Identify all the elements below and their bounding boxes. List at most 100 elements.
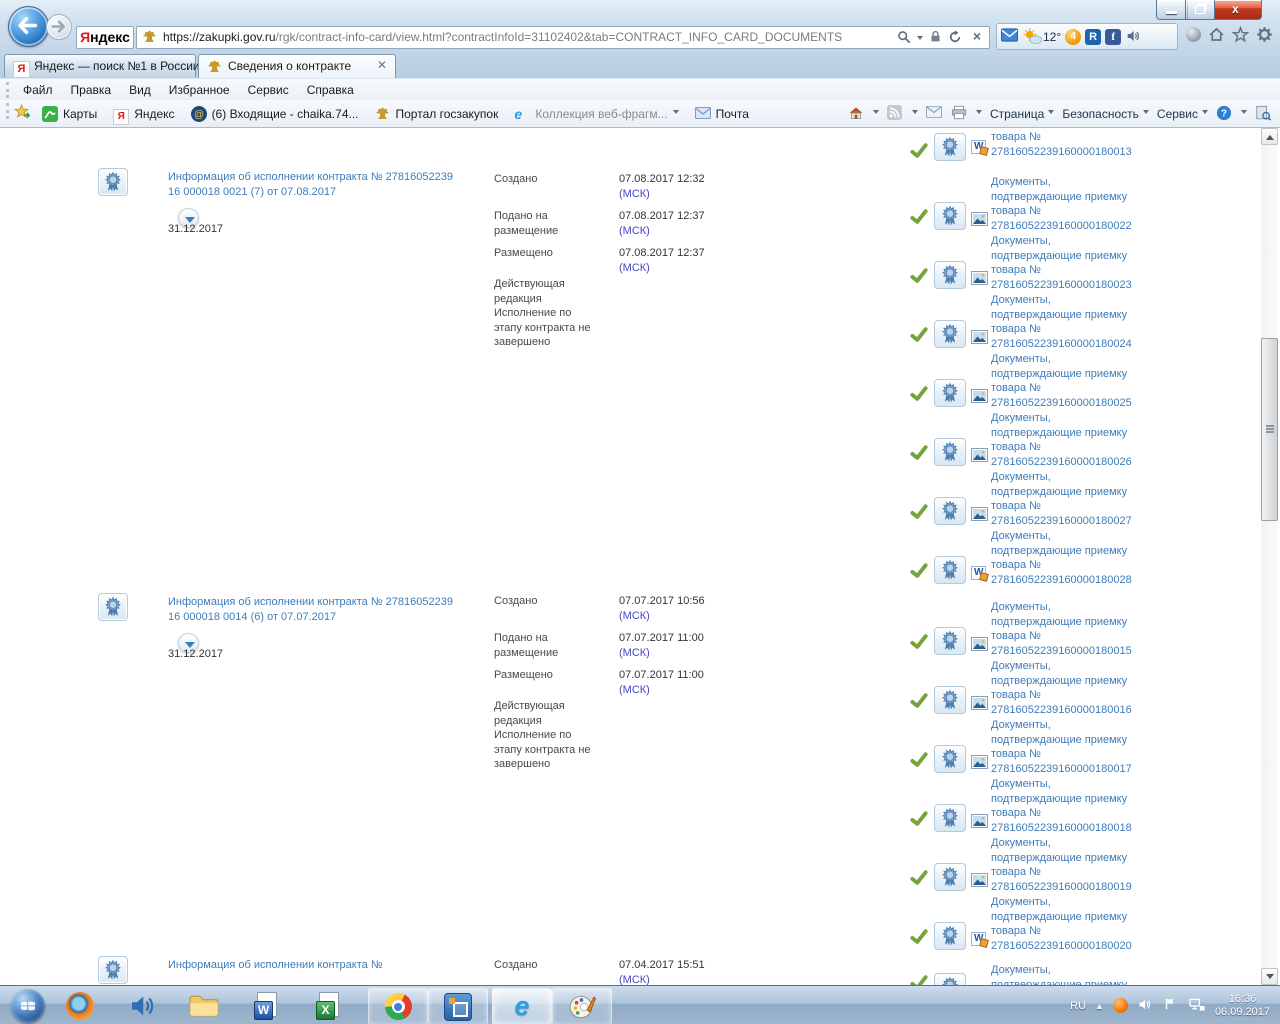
document-seal-button[interactable] xyxy=(934,863,966,891)
menu-item-1[interactable]: Файл xyxy=(14,79,62,101)
document-link[interactable]: Документы, подтверждающие приемку товара… xyxy=(991,175,1141,233)
menu-item-2[interactable]: Правка xyxy=(62,79,121,101)
document-seal-button[interactable] xyxy=(934,973,966,985)
home-icon[interactable] xyxy=(1208,26,1225,43)
document-link[interactable]: Документы, подтверждающие приемку товара… xyxy=(991,659,1141,717)
document-seal-button[interactable] xyxy=(934,379,966,407)
document-seal-button[interactable] xyxy=(934,438,966,466)
document-link[interactable]: Документы, подтверждающие приемку товара… xyxy=(991,411,1141,469)
document-seal-button[interactable] xyxy=(934,922,966,950)
pin-favorite-icon[interactable] xyxy=(14,103,31,125)
avast-icon[interactable] xyxy=(1186,27,1201,42)
mail-icon[interactable] xyxy=(1001,28,1018,45)
help-icon[interactable]: ? xyxy=(1216,105,1233,122)
document-link[interactable]: Документы, подтверждающие приемку товара… xyxy=(991,293,1141,351)
document-link[interactable]: Документы, подтверждающие приемку товара… xyxy=(991,600,1141,658)
contract-seal-button[interactable] xyxy=(98,168,128,196)
favorites-item-1[interactable]: Карты xyxy=(37,104,102,124)
timezone-link[interactable]: (МСК) xyxy=(619,261,749,276)
taskbar-ie-icon[interactable]: e xyxy=(492,988,552,1024)
favorites-item-4[interactable]: Портал госзакупок xyxy=(370,104,504,124)
timezone-link[interactable]: (МСК) xyxy=(619,973,749,985)
volume-tray-icon[interactable] xyxy=(1137,997,1154,1014)
document-link[interactable]: Документы, подтверждающие приемку товара… xyxy=(991,529,1141,587)
menu-item-6[interactable]: Справка xyxy=(298,79,363,101)
address-bar[interactable]: https://zakupki.gov.ru/rgk/contract-info… xyxy=(136,26,990,49)
show-hidden-icons[interactable]: ▲ xyxy=(1095,1001,1104,1011)
web-notes-icon[interactable] xyxy=(1255,105,1272,122)
favorites-item-5[interactable]: e Коллекция веб-фрагм... xyxy=(509,104,683,124)
taskbar-excel-icon[interactable]: X xyxy=(300,988,356,1023)
security-menu[interactable]: Безопасность xyxy=(1062,107,1149,121)
speaker-icon[interactable] xyxy=(1125,28,1142,45)
home-icon[interactable] xyxy=(848,105,865,122)
window-minimize-button[interactable] xyxy=(1156,0,1188,20)
contract-info-link[interactable]: Информация об исполнении контракта № 278… xyxy=(168,595,468,625)
tab-1[interactable]: Я Яндекс — поиск №1 в России xyxy=(4,54,200,78)
gear-icon[interactable] xyxy=(1256,26,1273,43)
facebook-icon[interactable]: f xyxy=(1105,28,1122,45)
document-seal-button[interactable] xyxy=(934,804,966,832)
scrollbar-thumb[interactable] xyxy=(1261,338,1278,521)
weather-icon[interactable] xyxy=(1022,28,1043,45)
stop-icon[interactable]: × xyxy=(973,28,981,44)
taskbar-paint-icon[interactable] xyxy=(552,988,612,1024)
document-link[interactable]: Документы, подтверждающие приемку товара… xyxy=(991,470,1141,528)
window-restore-button[interactable] xyxy=(1185,0,1217,20)
yandex-logo[interactable]: Яндекс xyxy=(76,26,134,49)
document-seal-button[interactable] xyxy=(934,202,966,230)
tab-2[interactable]: Сведения о контракте ✕ xyxy=(198,54,396,79)
favorites-item-3[interactable]: @ (6) Входящие - chaika.74... xyxy=(186,104,364,124)
scroll-up-button[interactable] xyxy=(1261,128,1278,145)
language-indicator[interactable]: RU xyxy=(1070,1000,1086,1012)
menu-item-3[interactable]: Вид xyxy=(120,79,160,101)
taskbar-start-button[interactable] xyxy=(6,988,50,1023)
vertical-scrollbar[interactable] xyxy=(1261,128,1278,985)
taskbar-word-icon[interactable]: W xyxy=(238,988,294,1023)
tab-close-icon[interactable]: ✕ xyxy=(377,58,387,72)
document-seal-button[interactable] xyxy=(934,686,966,714)
document-link[interactable]: Документы, подтверждающие приемку товара… xyxy=(991,718,1141,776)
notification-badge[interactable]: 4 xyxy=(1065,28,1082,45)
contract-info-link[interactable]: Информация об исполнении контракта № 278… xyxy=(168,170,468,200)
document-seal-button[interactable] xyxy=(934,497,966,525)
document-seal-button[interactable] xyxy=(934,556,966,584)
document-link[interactable]: Документы, подтверждающие приемку товара… xyxy=(991,836,1141,894)
document-seal-button[interactable] xyxy=(934,745,966,773)
document-link[interactable]: Документы, подтверждающие приемку товара… xyxy=(991,352,1141,410)
timezone-link[interactable]: (МСК) xyxy=(619,646,749,661)
favorites-star-icon[interactable] xyxy=(1231,25,1250,43)
r-service-icon[interactable]: R xyxy=(1085,28,1102,45)
refresh-icon[interactable] xyxy=(948,30,962,49)
taskbar-chrome-icon[interactable] xyxy=(368,988,428,1024)
search-dropdown-icon[interactable] xyxy=(917,36,923,43)
read-mail-icon[interactable] xyxy=(925,105,943,122)
avast-tray-icon[interactable] xyxy=(1112,998,1128,1013)
favorites-item-2[interactable]: Я Яндекс xyxy=(108,104,179,125)
document-link[interactable]: Документы, подтверждающие приемку товара… xyxy=(991,895,1141,953)
back-button[interactable] xyxy=(8,6,49,47)
taskbar-vmware-icon[interactable] xyxy=(428,988,488,1024)
document-seal-button[interactable] xyxy=(934,261,966,289)
taskbar-volume-icon[interactable] xyxy=(114,988,170,1023)
contract-seal-button[interactable] xyxy=(98,956,128,984)
contract-info-link[interactable]: Информация об исполнении контракта № xyxy=(168,958,468,973)
action-center-icon[interactable] xyxy=(1163,997,1180,1014)
taskbar-explorer-icon[interactable] xyxy=(176,988,232,1023)
page-menu[interactable]: Страница xyxy=(990,107,1055,121)
document-link[interactable]: Документы, подтверждающие приемку товара… xyxy=(991,777,1141,835)
document-link[interactable]: Документы, подтверждающие приемку xyxy=(991,963,1141,985)
contract-seal-button[interactable] xyxy=(98,593,128,621)
tools-menu[interactable]: Сервис xyxy=(1157,107,1208,121)
toolbar-grip[interactable] xyxy=(6,103,9,119)
favorites-item-6[interactable]: Почта xyxy=(690,104,754,124)
taskbar-firefox-icon[interactable] xyxy=(52,988,108,1023)
timezone-link[interactable]: (МСК) xyxy=(619,187,749,202)
print-icon[interactable] xyxy=(951,105,968,122)
timezone-link[interactable]: (МСК) xyxy=(619,683,749,698)
menu-item-5[interactable]: Сервис xyxy=(239,79,298,101)
document-link[interactable]: Документы, подтверждающие приемку товара… xyxy=(991,234,1141,292)
timezone-link[interactable]: (МСК) xyxy=(619,609,749,624)
document-link[interactable]: товара № 27816052239160000180013 xyxy=(991,130,1141,159)
network-icon[interactable] xyxy=(1189,997,1206,1014)
